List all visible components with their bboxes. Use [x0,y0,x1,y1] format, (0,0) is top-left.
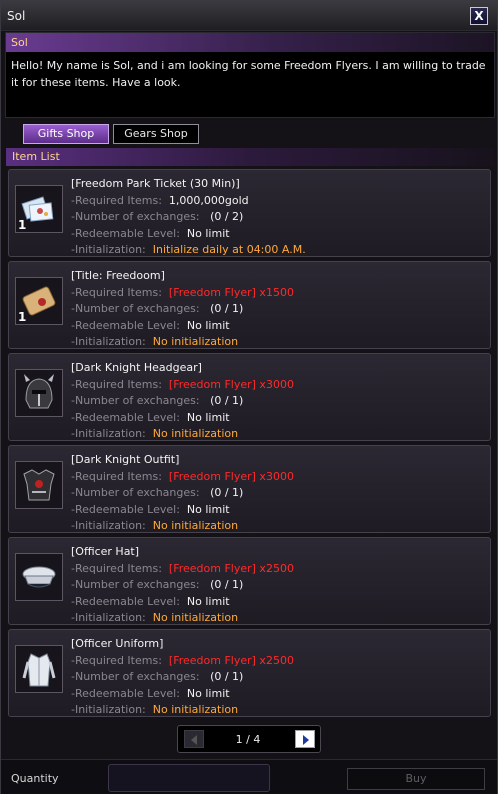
exchanges-value: (0 / 1) [210,302,244,315]
title-bar[interactable]: Sol X [1,1,497,31]
required-items-value: 1,000,000gold [168,193,249,207]
redeemable-level-label: -Redeemable Level: [71,502,180,516]
exchanges-value: (0 / 1) [210,394,244,407]
initialization-label: -Initialization: [71,519,146,532]
npc-dialogue-panel: Sol Hello! My name is Sol, and i am look… [5,32,495,118]
redeemable-level-value: No limit [186,686,230,700]
footer-bar: Quantity Buy [1,759,497,794]
prev-page-button[interactable] [184,730,204,748]
exchanges-label: -Number of exchanges: [71,578,200,591]
exchanges-label: -Number of exchanges: [71,394,200,407]
redeemable-level-value: No limit [186,594,230,608]
required-items-value: [Freedom Flyer] x2500 [168,653,294,667]
list-item[interactable]: 1 [Freedom Park Ticket (30 Min)] -Requir… [8,169,491,257]
item-name: [Title: Freedoom] [71,269,165,282]
required-items-label: -Required Items: [71,469,162,483]
item-name: [Officer Uniform] [71,637,164,650]
initialization-label: -Initialization: [71,611,146,624]
required-items-label: -Required Items: [71,193,162,207]
officer-hat-icon[interactable] [15,553,63,601]
exchanges-value: (0 / 1) [210,578,244,591]
redeemable-level-value: No limit [186,318,230,332]
next-arrow-icon [303,735,309,745]
exchanges-label: -Number of exchanges: [71,670,200,683]
tickets-icon[interactable]: 1 [15,185,63,233]
quantity-label: Quantity [11,772,59,785]
npc-name: Sol [6,33,494,52]
item-name: [Freedom Park Ticket (30 Min)] [71,177,240,190]
redeemable-level-label: -Redeemable Level: [71,226,180,240]
list-item[interactable]: [Officer Hat] -Required Items: [Freedom … [8,537,491,625]
initialization-label: -Initialization: [71,427,146,440]
initialization-value: No initialization [152,427,239,440]
redeemable-level-value: No limit [186,226,230,240]
required-items-value: [Freedom Flyer] x3000 [168,377,294,391]
exchanges-value: (0 / 1) [210,486,244,499]
item-name: [Dark Knight Outfit] [71,453,180,466]
redeemable-level-label: -Redeemable Level: [71,594,180,608]
initialization-value: No initialization [152,611,239,624]
initialization-value: Initialize daily at 04:00 A.M. [152,243,306,256]
item-name: [Officer Hat] [71,545,140,558]
redeemable-level-label: -Redeemable Level: [71,318,180,332]
window-title: Sol [7,9,26,23]
exchanges-label: -Number of exchanges: [71,302,200,315]
trade-window: Sol X Sol Hello! My name is Sol, and i a… [0,0,498,794]
initialization-value: No initialization [152,335,239,348]
required-items-label: -Required Items: [71,561,162,575]
list-item[interactable]: [Dark Knight Headgear] -Required Items: … [8,353,491,441]
next-page-button[interactable] [295,730,315,748]
initialization-value: No initialization [152,519,239,532]
item-list-header: Item List [6,148,494,166]
item-count: 1 [18,310,27,324]
required-items-value: [Freedom Flyer] x1500 [168,285,294,299]
tab-gifts-shop[interactable]: Gifts Shop [23,124,109,144]
helmet-icon[interactable] [15,369,63,417]
uniform-icon[interactable] [15,645,63,693]
required-items-value: [Freedom Flyer] x2500 [168,561,294,575]
close-button[interactable]: X [470,7,488,25]
prev-arrow-icon [191,735,197,745]
initialization-label: -Initialization: [71,335,146,348]
redeemable-level-value: No limit [186,502,230,516]
tab-gears-shop[interactable]: Gears Shop [113,124,199,144]
initialization-value: No initialization [152,703,239,716]
initialization-label: -Initialization: [71,703,146,716]
exchanges-label: -Number of exchanges: [71,210,200,223]
armor-icon[interactable] [15,461,63,509]
exchanges-label: -Number of exchanges: [71,486,200,499]
list-item[interactable]: [Dark Knight Outfit] -Required Items: [F… [8,445,491,533]
initialization-label: -Initialization: [71,243,146,256]
list-item[interactable]: 1 [Title: Freedoom] -Required Items: [Fr… [8,261,491,349]
scroll-icon[interactable]: 1 [15,277,63,325]
exchanges-value: (0 / 2) [210,210,244,223]
npc-dialogue-text: Hello! My name is Sol, and i am looking … [11,59,486,89]
redeemable-level-label: -Redeemable Level: [71,410,180,424]
list-item[interactable]: [Officer Uniform] -Required Items: [Free… [8,629,491,717]
required-items-label: -Required Items: [71,653,162,667]
pagination: 1 / 4 [177,725,321,753]
item-count: 1 [18,218,27,232]
required-items-value: [Freedom Flyer] x3000 [168,469,294,483]
buy-button[interactable]: Buy [347,768,485,790]
exchanges-value: (0 / 1) [210,670,244,683]
required-items-label: -Required Items: [71,285,162,299]
quantity-input[interactable] [108,764,270,792]
page-indicator: 1 / 4 [235,733,261,746]
redeemable-level-label: -Redeemable Level: [71,686,180,700]
item-name: [Dark Knight Headgear] [71,361,202,374]
redeemable-level-value: No limit [186,410,230,424]
required-items-label: -Required Items: [71,377,162,391]
